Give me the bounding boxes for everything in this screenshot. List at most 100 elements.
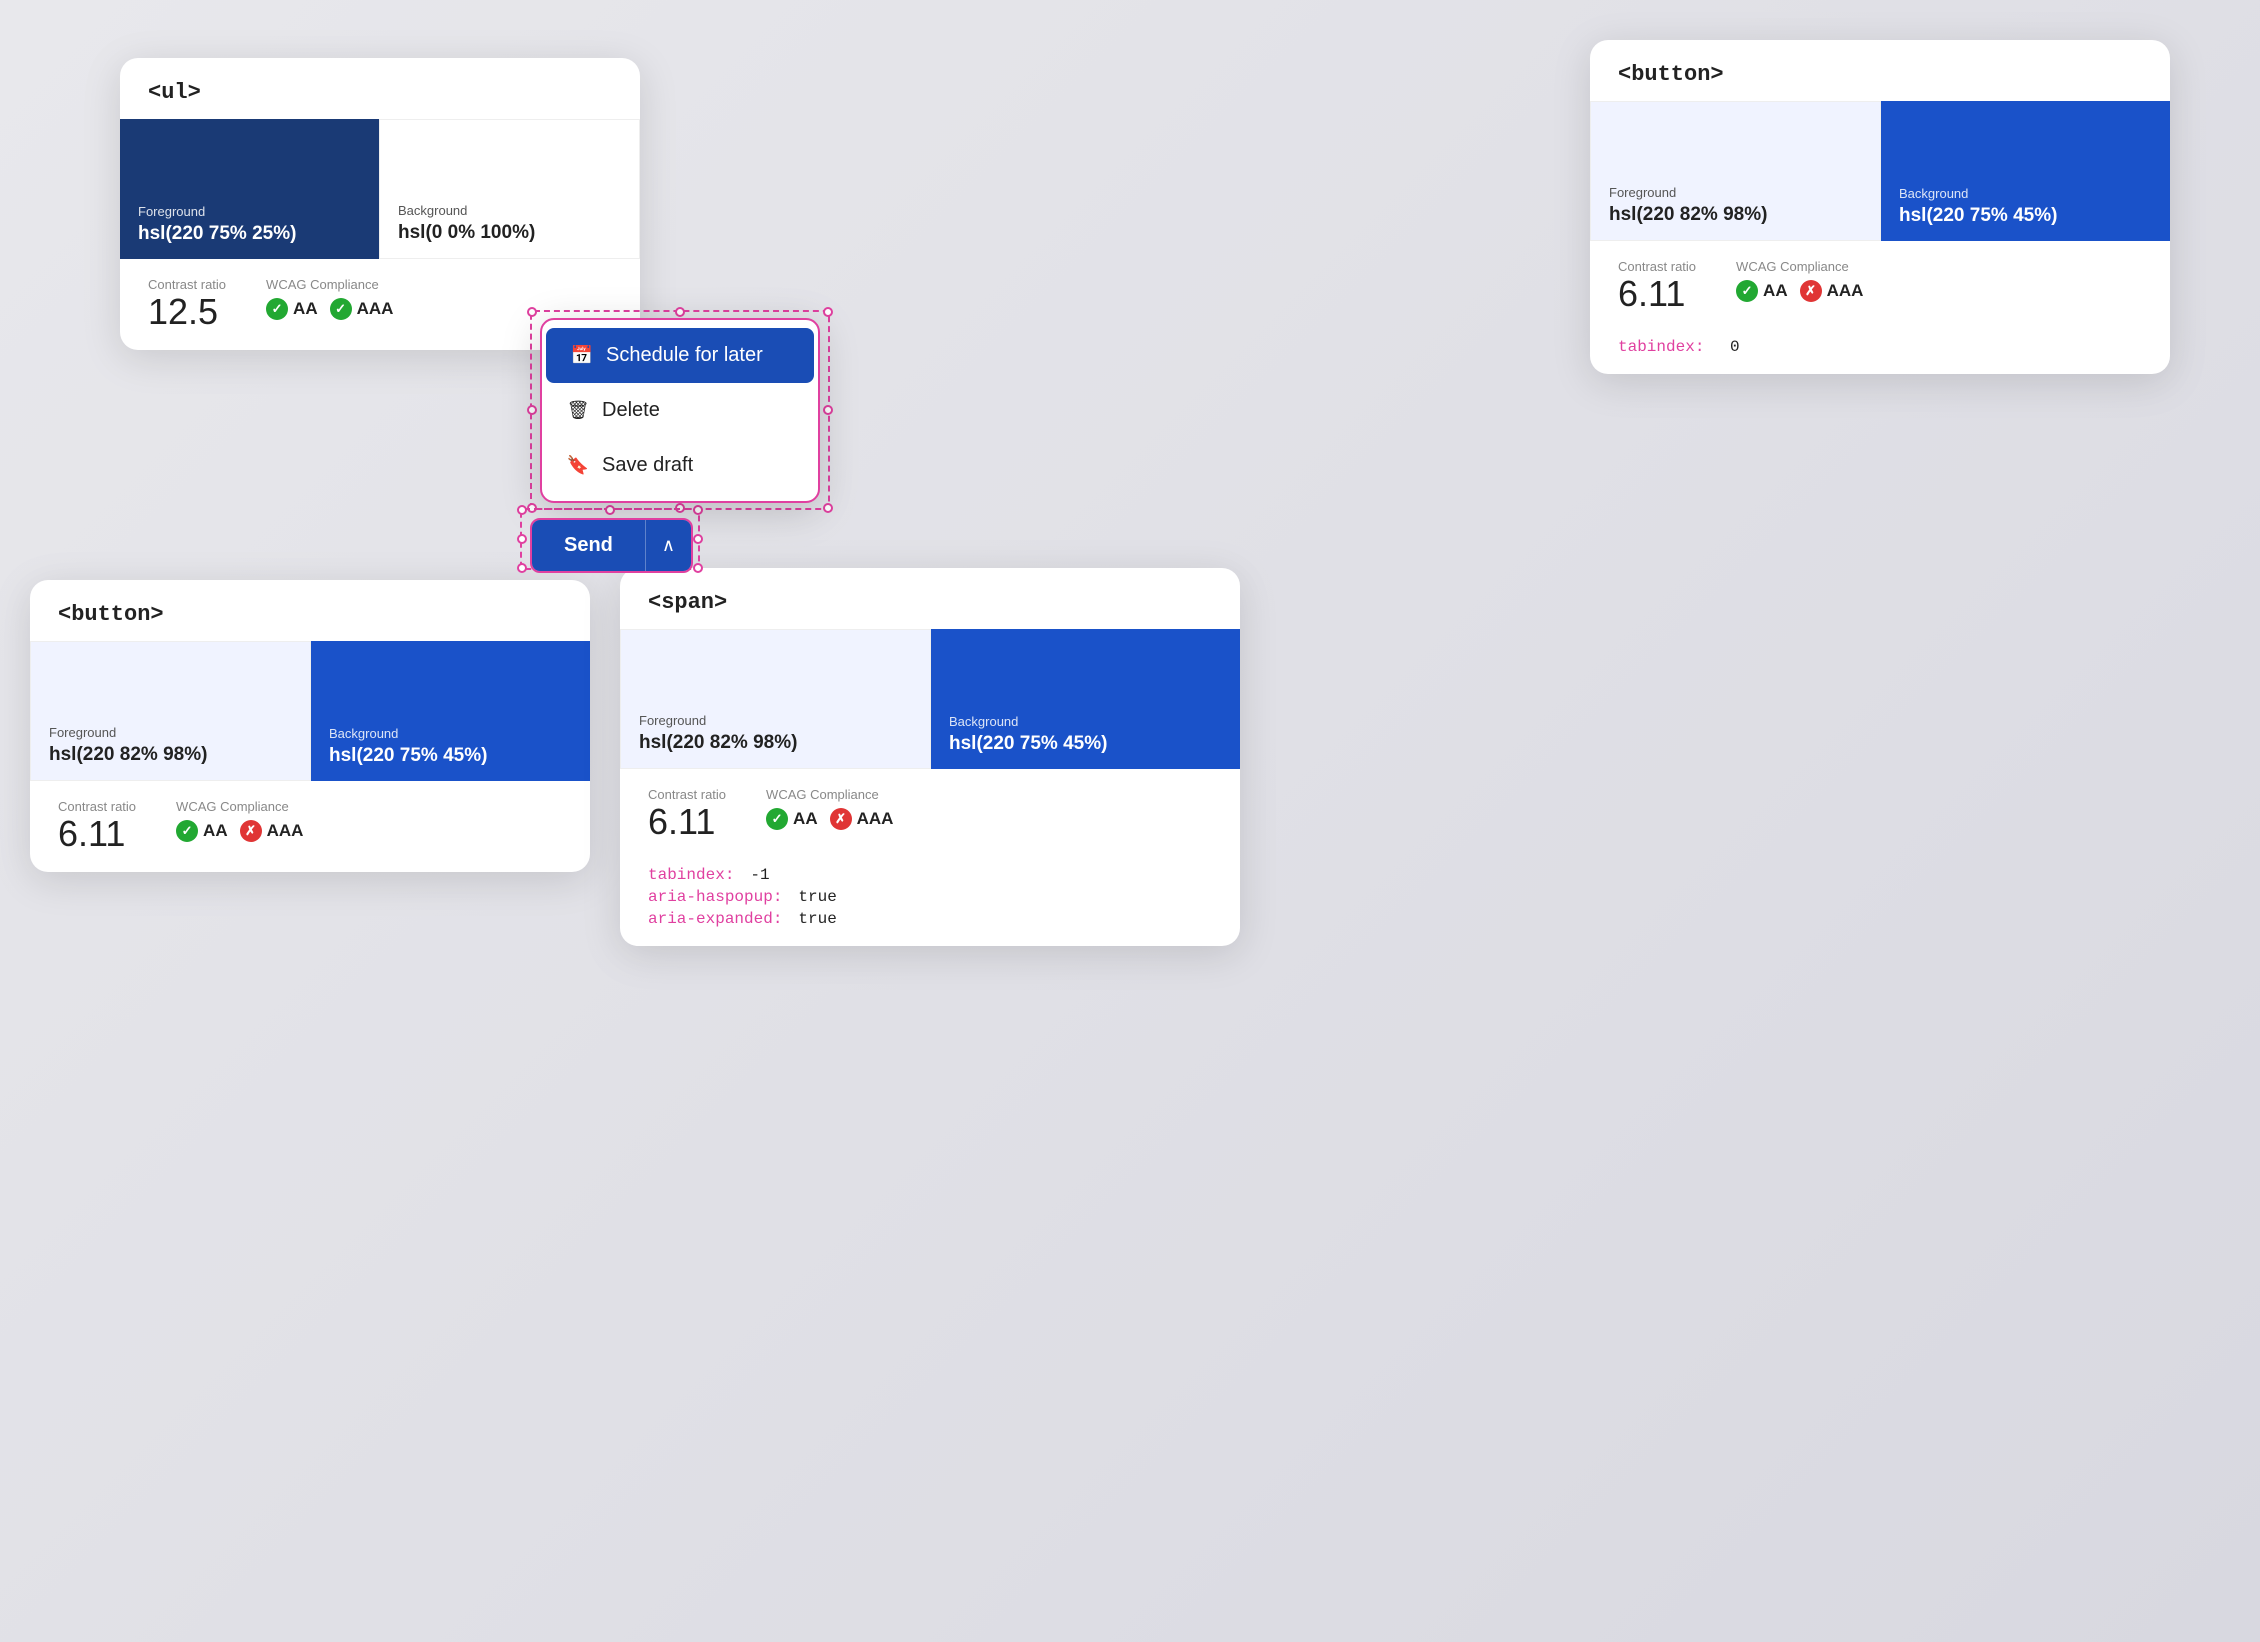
ul-fg-value: hsl(220 75% 25%) [138, 223, 361, 245]
bookmark-icon: 🔖 [566, 455, 590, 476]
button-top-tabindex-row: tabindex: 0 [1590, 332, 2170, 374]
span-card: <span> Foreground hsl(220 82% 98%) Backg… [620, 568, 1240, 946]
button-top-aa-label: AA [1763, 281, 1788, 301]
span-expanded-key: aria-expanded: [648, 910, 782, 928]
span-wcag-group: WCAG Compliance ✓ AA ✗ AAA [766, 787, 893, 830]
button-bottom-title: <button> [30, 580, 590, 641]
button-top-bg-label: Background [1899, 186, 2152, 201]
selection-dot-tm [675, 307, 685, 317]
button-top-tabindex-val: 0 [1730, 338, 1740, 356]
ul-contrast-group: Contrast ratio 12.5 [148, 277, 226, 330]
span-bg-value: hsl(220 75% 45%) [949, 733, 1222, 755]
button-bottom-card: <button> Foreground hsl(220 82% 98%) Bac… [30, 580, 590, 872]
ul-card-swatches: Foreground hsl(220 75% 25%) Background h… [120, 119, 640, 259]
button-bottom-wcag-label: WCAG Compliance [176, 799, 303, 814]
button-bottom-aa-label: AA [203, 821, 228, 841]
send-sel-dot-bl [517, 563, 527, 573]
button-bottom-badge-aa: ✓ AA [176, 820, 228, 842]
ul-contrast-label: Contrast ratio [148, 277, 226, 292]
ul-aaa-label: AAA [357, 299, 394, 319]
ul-bg-swatch: Background hsl(0 0% 100%) [379, 119, 640, 259]
button-bottom-bg-value: hsl(220 75% 45%) [329, 745, 572, 767]
ul-fg-swatch: Foreground hsl(220 75% 25%) [120, 119, 379, 259]
span-expanded-val: true [798, 910, 836, 928]
dropdown-item-save-draft[interactable]: 🔖 Save draft [542, 438, 818, 493]
button-bottom-wcag-badges: ✓ AA ✗ AAA [176, 820, 303, 842]
span-attrs-row: tabindex: -1 aria-haspopup: true aria-ex… [620, 860, 1240, 946]
selection-dot-mr [823, 405, 833, 415]
ul-card-title: <ul> [120, 58, 640, 119]
ul-bg-label: Background [398, 203, 621, 218]
button-top-tabindex-key: tabindex: [1618, 338, 1704, 356]
send-sel-dot-ml [517, 534, 527, 544]
span-haspopup-val: true [798, 888, 836, 906]
button-top-badge-aa: ✓ AA [1736, 280, 1788, 302]
trash-icon: 🗑 [566, 400, 590, 421]
span-swatches: Foreground hsl(220 82% 98%) Background h… [620, 629, 1240, 769]
button-bottom-contrast-label: Contrast ratio [58, 799, 136, 814]
span-aaa-label: AAA [857, 809, 894, 829]
ul-aa-label: AA [293, 299, 318, 319]
span-badge-aaa: ✗ AAA [830, 808, 894, 830]
ul-fg-label: Foreground [138, 204, 361, 219]
dropdown-item-schedule[interactable]: 📅 Schedule for later [546, 328, 814, 383]
span-stats: Contrast ratio 6.11 WCAG Compliance ✓ AA… [620, 769, 1240, 860]
ul-wcag-badges: ✓ AA ✓ AAA [266, 298, 393, 320]
button-bottom-badge-aaa: ✗ AAA [240, 820, 304, 842]
selection-dot-br [823, 503, 833, 513]
send-chevron-button[interactable]: ∧ [645, 520, 691, 571]
button-top-title: <button> [1590, 40, 2170, 101]
ul-badge-aa: ✓ AA [266, 298, 318, 320]
span-contrast-group: Contrast ratio 6.11 [648, 787, 726, 840]
button-top-aaa-fail-icon: ✗ [1800, 280, 1822, 302]
button-top-swatches: Foreground hsl(220 82% 98%) Background h… [1590, 101, 2170, 241]
selection-dot-tr [823, 307, 833, 317]
button-bottom-fg-value: hsl(220 82% 98%) [49, 744, 292, 766]
button-bottom-swatches: Foreground hsl(220 82% 98%) Background h… [30, 641, 590, 781]
button-top-aaa-label: AAA [1827, 281, 1864, 301]
calendar-icon: 📅 [570, 345, 594, 366]
span-tabindex-val: -1 [750, 866, 769, 884]
button-bottom-stats: Contrast ratio 6.11 WCAG Compliance ✓ AA… [30, 781, 590, 872]
span-badge-aa: ✓ AA [766, 808, 818, 830]
span-bg-swatch: Background hsl(220 75% 45%) [931, 629, 1240, 769]
span-contrast-value: 6.11 [648, 804, 726, 840]
button-top-bg-value: hsl(220 75% 45%) [1899, 205, 2152, 227]
send-button[interactable]: Send [532, 520, 645, 571]
selection-dot-bl [527, 503, 537, 513]
ul-aa-pass-icon: ✓ [266, 298, 288, 320]
button-bottom-aaa-fail-icon: ✗ [240, 820, 262, 842]
send-sel-dot-tm [605, 505, 615, 515]
chevron-up-icon: ∧ [662, 535, 675, 556]
button-top-aa-pass-icon: ✓ [1736, 280, 1758, 302]
button-bottom-aaa-label: AAA [267, 821, 304, 841]
ul-badge-aaa: ✓ AAA [330, 298, 394, 320]
dropdown-item-delete[interactable]: 🗑 Delete [542, 383, 818, 438]
button-top-contrast-group: Contrast ratio 6.11 [1618, 259, 1696, 312]
span-contrast-label: Contrast ratio [648, 787, 726, 802]
ul-card: <ul> Foreground hsl(220 75% 25%) Backgro… [120, 58, 640, 350]
ul-wcag-group: WCAG Compliance ✓ AA ✓ AAA [266, 277, 393, 320]
dropdown-item-delete-label: Delete [602, 399, 660, 422]
span-card-title: <span> [620, 568, 1240, 629]
span-wcag-label: WCAG Compliance [766, 787, 893, 802]
button-bottom-fg-swatch: Foreground hsl(220 82% 98%) [30, 641, 311, 781]
span-fg-value: hsl(220 82% 98%) [639, 732, 912, 754]
selection-dot-ml [527, 405, 537, 415]
button-top-contrast-label: Contrast ratio [1618, 259, 1696, 274]
button-top-badge-aaa: ✗ AAA [1800, 280, 1864, 302]
ul-aaa-pass-icon: ✓ [330, 298, 352, 320]
dropdown-menu[interactable]: 📅 Schedule for later 🗑 Delete 🔖 Save dra… [540, 318, 820, 503]
button-top-wcag-label: WCAG Compliance [1736, 259, 1863, 274]
send-sel-dot-tr [693, 505, 703, 515]
selection-dot-bm [675, 503, 685, 513]
ul-bg-value: hsl(0 0% 100%) [398, 222, 621, 244]
span-wcag-badges: ✓ AA ✗ AAA [766, 808, 893, 830]
button-bottom-fg-label: Foreground [49, 725, 292, 740]
span-aaa-fail-icon: ✗ [830, 808, 852, 830]
span-aa-pass-icon: ✓ [766, 808, 788, 830]
dropdown-item-save-draft-label: Save draft [602, 454, 693, 477]
dropdown-item-schedule-label: Schedule for later [606, 344, 763, 367]
button-top-wcag-badges: ✓ AA ✗ AAA [1736, 280, 1863, 302]
send-button-group[interactable]: Send ∧ [530, 518, 693, 573]
